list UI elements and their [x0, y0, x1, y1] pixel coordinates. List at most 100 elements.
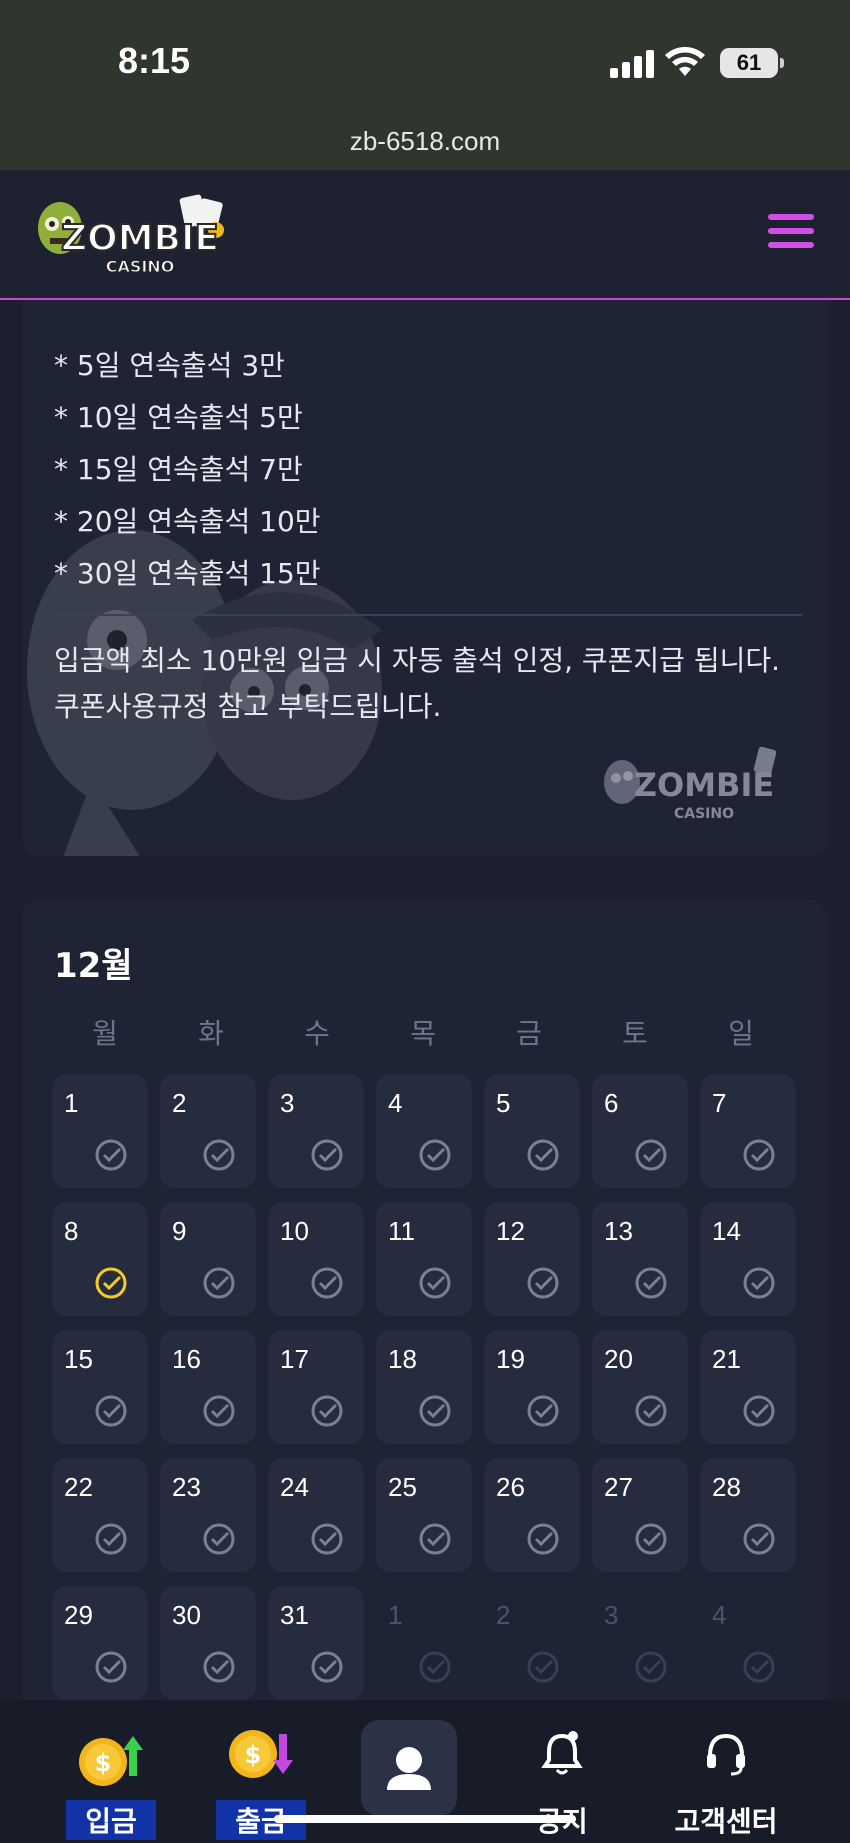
battery-icon: 61	[720, 48, 778, 78]
nav-support[interactable]: 고객센터	[656, 1718, 796, 1838]
calendar-day-cell: 8	[52, 1202, 148, 1316]
nav-withdraw[interactable]: $ 출금	[206, 1718, 316, 1840]
calendar-day-number: 4	[712, 1600, 727, 1630]
bonus-item: * 15일 연속출석 7만	[54, 453, 303, 486]
withdraw-coin-icon: $	[229, 1730, 293, 1778]
wifi-icon	[665, 47, 705, 76]
weekday-label: 월	[92, 1017, 118, 1050]
calendar-day-cell: 6	[592, 1074, 688, 1188]
weekday-label: 금	[516, 1017, 542, 1050]
check-circle-icon	[203, 1267, 235, 1299]
calendar-day-number: 15	[64, 1344, 93, 1374]
calendar-day-cell: 2	[160, 1074, 256, 1188]
calendar-day-cell: 21	[700, 1330, 796, 1444]
url-text[interactable]: zb-6518.com	[0, 126, 850, 157]
check-circle-icon	[95, 1523, 127, 1555]
calendar-day-number: 3	[280, 1088, 295, 1118]
check-circle-icon	[743, 1267, 775, 1299]
calendar-day-number: 8	[64, 1216, 79, 1246]
calendar-day-number: 27	[604, 1472, 633, 1502]
logo-text: ZOMBIE	[61, 218, 219, 259]
deposit-coin-icon: $	[79, 1736, 143, 1786]
check-circle-icon	[311, 1651, 343, 1683]
calendar-day-cell: 29	[52, 1586, 148, 1700]
weekday-label: 화	[198, 1017, 224, 1050]
site-header: ZOMBIE CASINO	[0, 170, 850, 300]
check-circle-icon	[419, 1523, 451, 1555]
check-circle-icon	[635, 1523, 667, 1555]
calendar-day-cell: 16	[160, 1330, 256, 1444]
bonus-item: * 5일 연속출석 3만	[54, 349, 285, 382]
calendar-day-cell: 15	[52, 1330, 148, 1444]
cellular-signal-icon	[610, 50, 654, 78]
battery-level: 61	[736, 50, 762, 75]
divider	[54, 614, 802, 616]
notice-line: 입금액 최소 10만원 입금 시 자동 출석 인정, 쿠폰지급 됩니다.	[54, 644, 781, 677]
calendar-day-cell: 27	[592, 1458, 688, 1572]
calendar-day-number: 7	[712, 1088, 727, 1118]
check-circle-icon	[311, 1395, 343, 1427]
nav-deposit[interactable]: $ 입금	[56, 1718, 166, 1840]
hamburger-menu-icon[interactable]	[768, 214, 814, 250]
check-circle-icon	[95, 1139, 127, 1171]
calendar-day-cell: 18	[376, 1330, 472, 1444]
calendar-day-cell: 1	[52, 1074, 148, 1188]
check-circle-icon	[419, 1267, 451, 1299]
user-icon	[387, 1747, 431, 1790]
check-circle-icon	[527, 1523, 559, 1555]
calendar-day-cell: 3	[268, 1074, 364, 1188]
calendar-day-number: 2	[172, 1088, 187, 1118]
calendar-day-number: 20	[604, 1344, 633, 1374]
calendar-day-number: 1	[64, 1088, 79, 1118]
calendar-day-cell: 3	[592, 1586, 688, 1700]
check-circle-icon	[95, 1395, 127, 1427]
calendar-day-cell: 1	[376, 1586, 472, 1700]
weekday-label: 목	[410, 1017, 436, 1050]
calendar-day-cell: 13	[592, 1202, 688, 1316]
nav-deposit-label: 입금	[66, 1800, 156, 1840]
calendar-day-cell: 22	[52, 1458, 148, 1572]
battery-tip	[780, 58, 784, 68]
calendar-day-cell: 11	[376, 1202, 472, 1316]
attendance-notice: 입금액 최소 10만원 입금 시 자동 출석 인정, 쿠폰지급 됩니다. 쿠폰사…	[54, 638, 814, 730]
calendar-day-cell: 12	[484, 1202, 580, 1316]
weekday-label: 수	[304, 1017, 330, 1050]
calendar-day-number: 13	[604, 1216, 633, 1246]
home-indicator	[274, 1815, 576, 1823]
calendar-day-cell: 2	[484, 1586, 580, 1700]
bonus-list: * 5일 연속출석 3만 * 10일 연속출석 5만 * 15일 연속출석 7만…	[54, 340, 321, 600]
check-circle-icon	[203, 1139, 235, 1171]
calendar-day-number: 11	[388, 1216, 415, 1246]
nav-notice[interactable]: 공지	[512, 1718, 612, 1838]
status-time: 8:15	[118, 40, 191, 81]
check-circle-icon	[743, 1139, 775, 1171]
calendar-day-number: 21	[712, 1344, 741, 1374]
calendar-day-number: 10	[280, 1216, 309, 1246]
check-circle-icon	[95, 1651, 127, 1683]
calendar-day-number: 4	[388, 1088, 403, 1118]
calendar-day-cell: 5	[484, 1074, 580, 1188]
check-circle-icon	[527, 1651, 559, 1683]
calendar-day-cell: 24	[268, 1458, 364, 1572]
zombie-casino-watermark-logo: ZOMBIE CASINO	[604, 746, 777, 822]
calendar-day-number: 14	[712, 1216, 741, 1246]
check-circle-icon	[419, 1139, 451, 1171]
calendar-day-number: 12	[496, 1216, 525, 1246]
attendance-calendar: 12월 월 화 수 목 금 토 일 1 2 3 4 5 6 7 8 9 10 11 12 13 14 15 1…	[22, 900, 828, 1720]
zombie-casino-logo[interactable]: ZOMBIE CASINO	[30, 188, 250, 284]
profile-button[interactable]	[361, 1720, 457, 1816]
calendar-day-cell: 25	[376, 1458, 472, 1572]
calendar-day-cell: 31	[268, 1586, 364, 1700]
calendar-day-number: 17	[280, 1344, 309, 1374]
logo-subtext: CASINO	[106, 257, 175, 276]
calendar-day-number: 16	[172, 1344, 201, 1374]
calendar-day-cell: 23	[160, 1458, 256, 1572]
calendar-day-number: 29	[64, 1600, 93, 1630]
calendar-day-cell: 4	[700, 1586, 796, 1700]
check-circle-icon	[743, 1523, 775, 1555]
calendar-day-cell: 10	[268, 1202, 364, 1316]
calendar-day-cell: 28	[700, 1458, 796, 1572]
watermark-logo-text: ZOMBIE	[634, 766, 774, 804]
calendar-day-cell: 26	[484, 1458, 580, 1572]
calendar-day-number: 28	[712, 1472, 741, 1502]
